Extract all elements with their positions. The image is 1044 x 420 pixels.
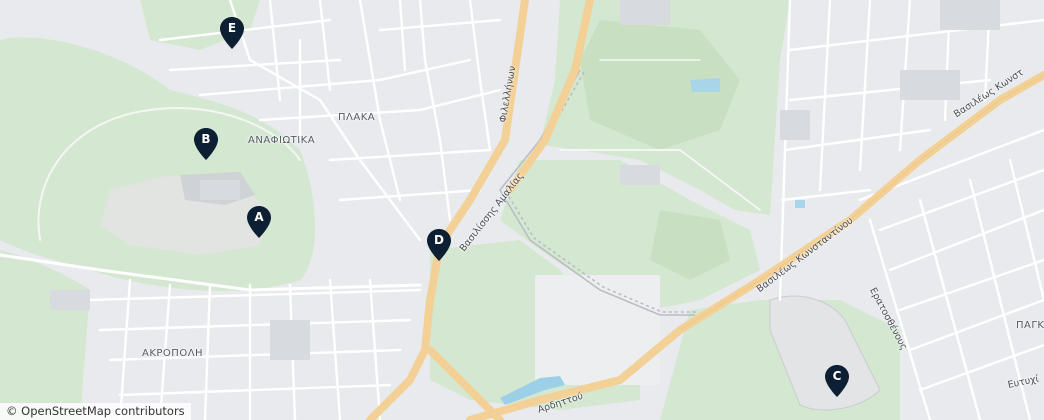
marker-letter: A [254, 210, 264, 224]
place-label-anafiotika: ΑΝΑΦΙΩΤΙΚΑ [248, 135, 316, 146]
marker-letter: D [434, 233, 444, 247]
map-marker-e[interactable]: E [220, 17, 244, 49]
map-marker-c[interactable]: C [825, 365, 849, 397]
marker-letter: C [832, 369, 842, 383]
map-marker-d[interactable]: D [427, 229, 451, 261]
map-marker-b[interactable]: B [194, 128, 218, 160]
place-label-plaka: ΠΛΑΚΑ [338, 112, 376, 123]
marker-letter: B [201, 132, 211, 146]
place-label-pagkrati: ΠΑΓΚ [1016, 320, 1044, 331]
map-attribution[interactable]: © OpenStreetMap contributors [0, 403, 191, 420]
map-view[interactable]: ΑΝΑΦΙΩΤΙΚΑ ΠΛΑΚΑ ΑΚΡΟΠΟΛΗ ΠΑΓΚ Φιλελλήνω… [0, 0, 1044, 420]
place-label-akropoli: ΑΚΡΟΠΟΛΗ [142, 348, 204, 359]
map-marker-a[interactable]: A [247, 206, 271, 238]
marker-letter: E [227, 21, 237, 35]
